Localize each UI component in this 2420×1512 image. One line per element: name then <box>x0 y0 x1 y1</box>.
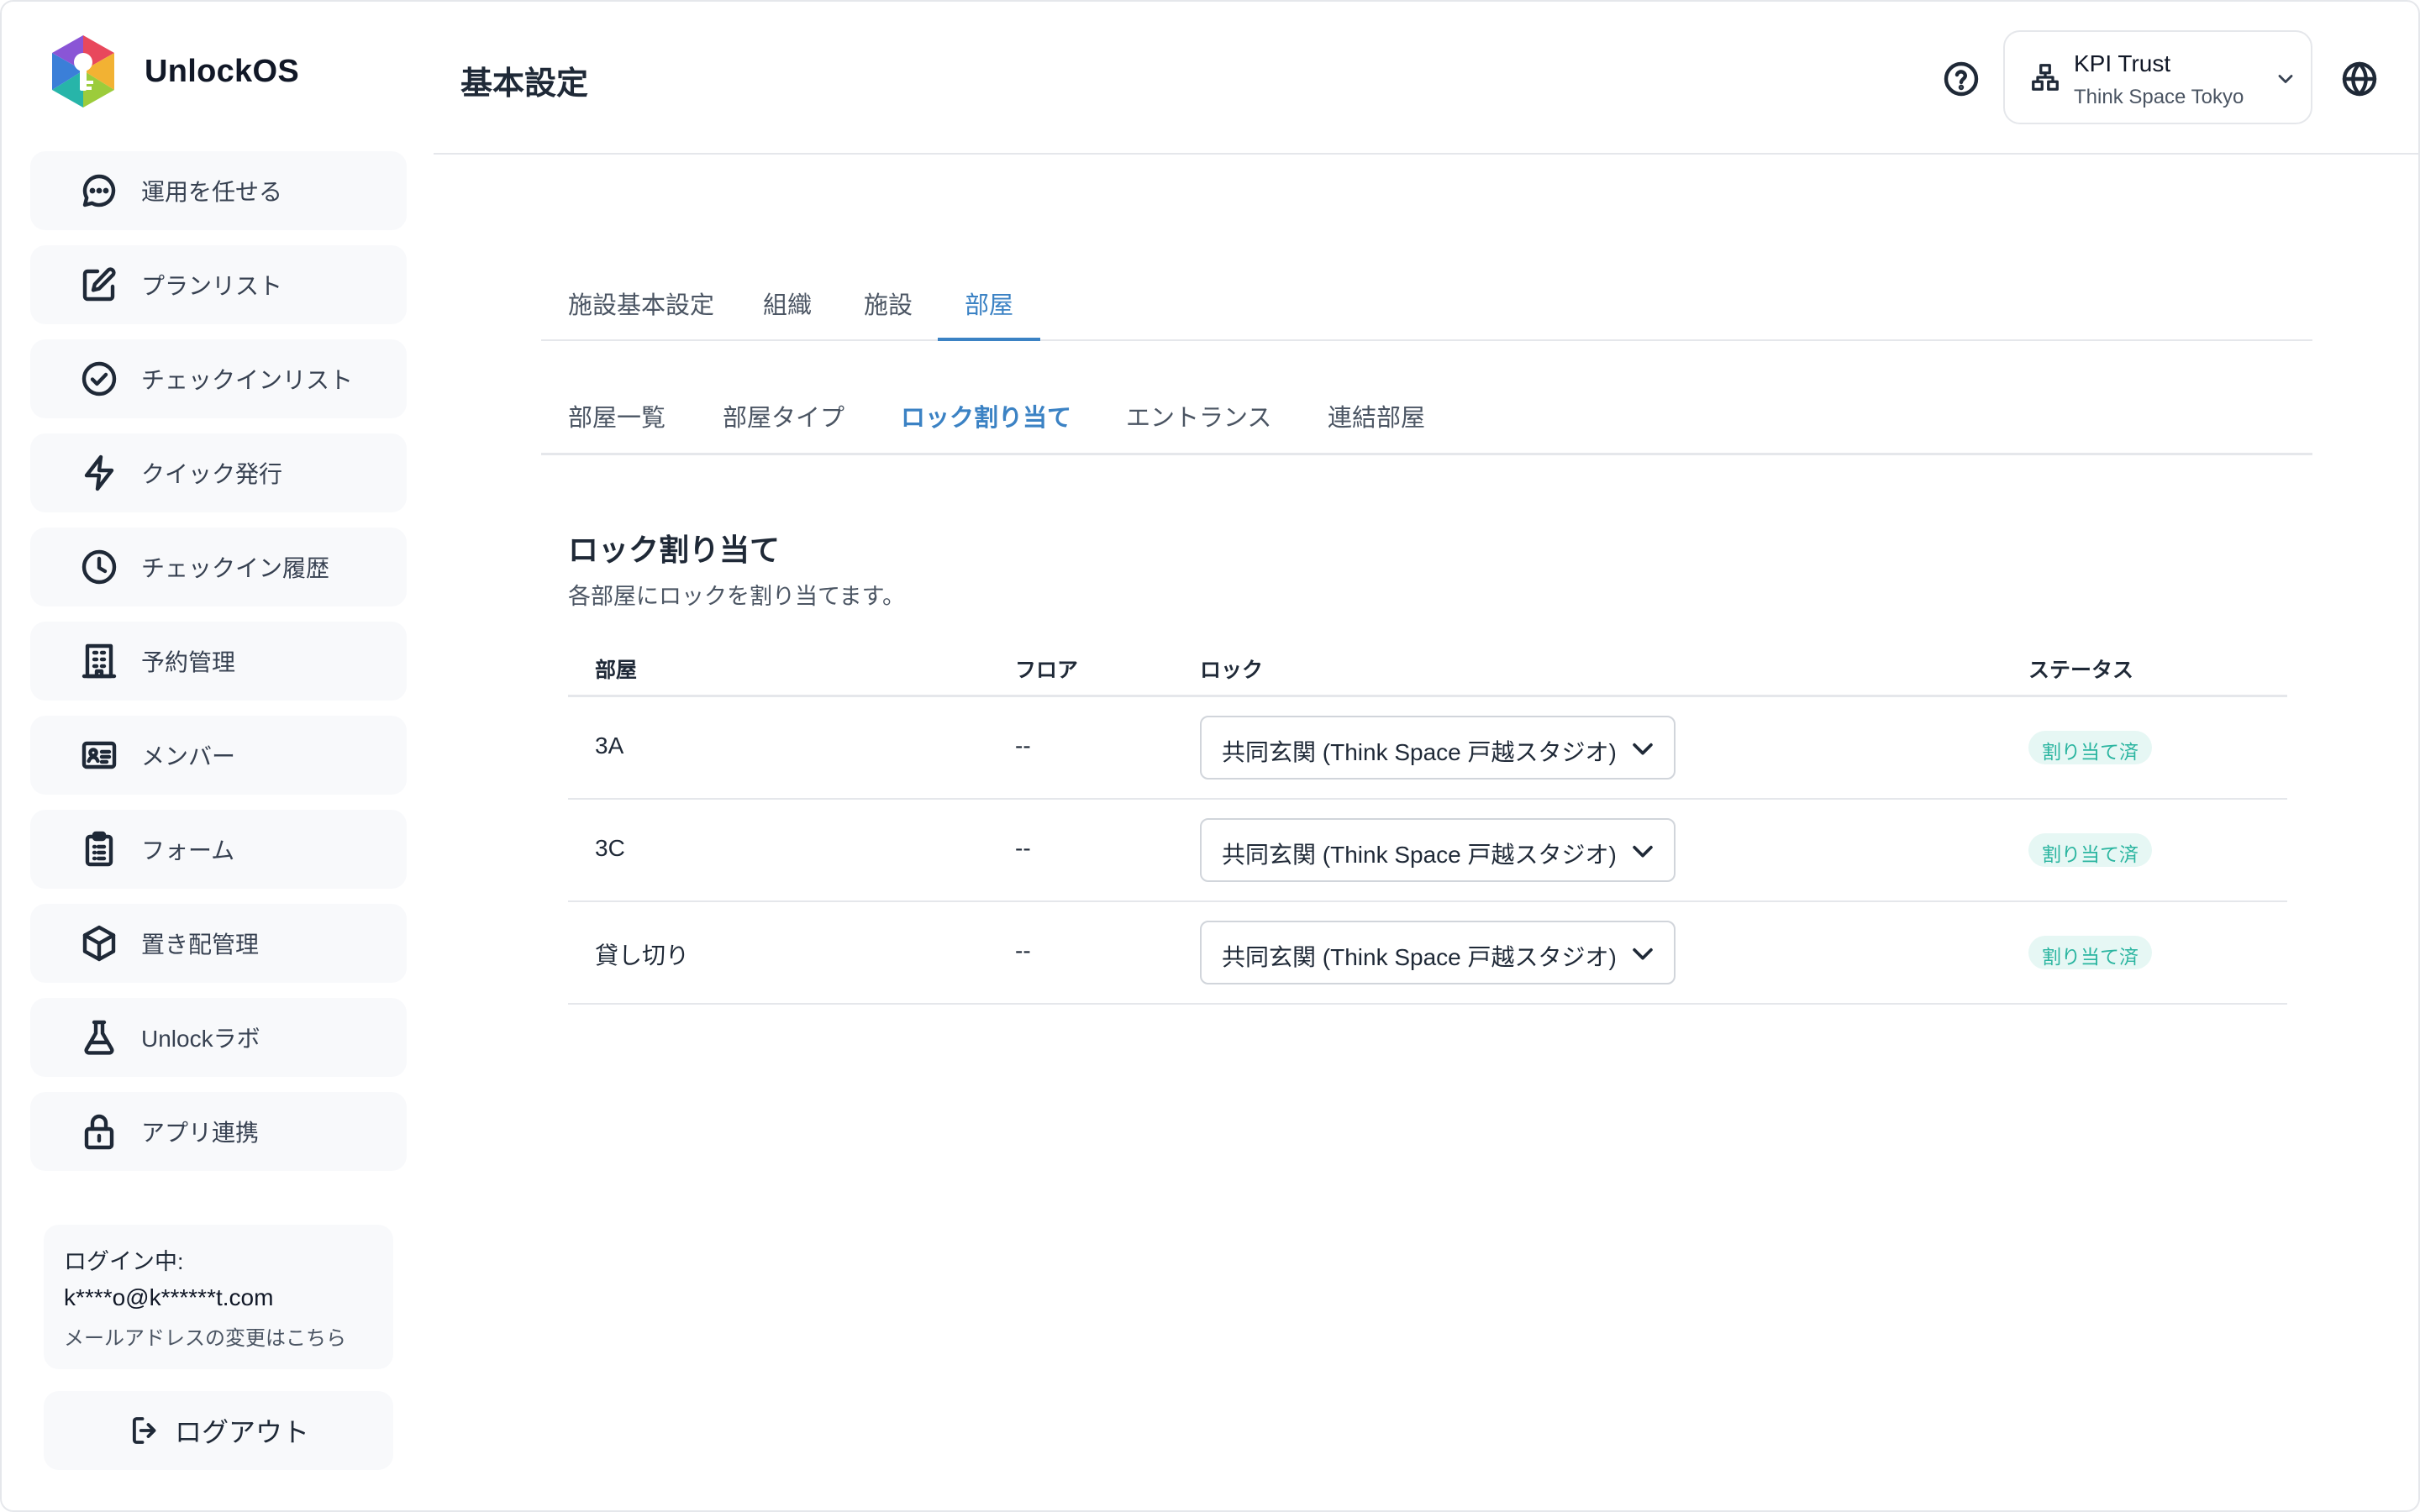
sidebar-item-quick-issue[interactable]: クイック発行 <box>30 433 407 512</box>
sidebar-item-label: 運用を任せる <box>141 179 283 205</box>
lock-select[interactable]: 共同玄関 (Think Space 戸越スタジオ) <box>1200 921 1676 984</box>
column-header-lock: ロック <box>1200 659 1264 682</box>
sidebar-item-label: アプリ連携 <box>141 1120 260 1146</box>
edit-square-icon <box>79 265 119 305</box>
lock-select[interactable]: 共同玄関 (Think Space 戸越スタジオ) <box>1200 716 1676 780</box>
lock-select-value: 共同玄関 (Think Space 戸越スタジオ) <box>1222 842 1617 868</box>
package-icon <box>79 923 119 963</box>
room-cell: 貸し切り <box>595 942 690 969</box>
facility-name: Think Space Tokyo <box>2074 86 2244 108</box>
sidebar-item-label: メンバー <box>141 743 236 769</box>
floor-cell: -- <box>1015 732 1031 759</box>
tab-room-list[interactable]: 部屋一覧 <box>568 398 666 433</box>
help-button[interactable] <box>1941 59 1981 99</box>
logout-button[interactable]: ログアウト <box>44 1391 393 1470</box>
column-header-status: ステータス <box>2028 659 2134 682</box>
lock-select-value: 共同玄関 (Think Space 戸越スタジオ) <box>1222 944 1617 970</box>
id-card-icon <box>79 735 119 775</box>
organization-name: KPI Trust <box>2074 50 2171 76</box>
sidebar-item-forms[interactable]: フォーム <box>30 810 407 889</box>
sidebar-item-unlock-lab[interactable]: Unlockラボ <box>30 998 407 1077</box>
table-row: 3C -- 共同玄関 (Think Space 戸越スタジオ) 割り当て済 <box>568 800 2287 902</box>
lock-select[interactable]: 共同玄関 (Think Space 戸越スタジオ) <box>1200 818 1676 882</box>
sidebar-item-reservations[interactable]: 予約管理 <box>30 622 407 701</box>
clipboard-icon <box>79 829 119 869</box>
tab-connected-rooms[interactable]: 連結部屋 <box>1328 398 1425 433</box>
sidebar-item-label: クイック発行 <box>141 461 283 487</box>
chat-bubble-icon <box>79 171 119 211</box>
tab-entrance[interactable]: エントランス <box>1126 398 1271 433</box>
primary-tabs: 施設基本設定 組織 施設 部屋 <box>541 272 2312 341</box>
chevron-down-icon <box>2274 67 2297 91</box>
sidebar-item-label: Unlockラボ <box>141 1026 260 1052</box>
change-email-link[interactable]: メールアドレスの変更はこちら <box>64 1321 373 1351</box>
sidebar-item-checkin-history[interactable]: チェックイン履歴 <box>30 528 407 606</box>
floor-cell: -- <box>1015 937 1031 963</box>
chevron-down-icon <box>1633 948 1653 960</box>
tab-facility[interactable]: 施設 <box>837 272 939 341</box>
chevron-down-icon <box>1633 743 1653 755</box>
logo[interactable]: UnlockOS <box>49 34 299 109</box>
secondary-tabs: 部屋一覧 部屋タイプ ロック割り当て エントランス 連結部屋 <box>541 385 2312 455</box>
sidebar: UnlockOS 運用を任せる プランリスト チェックインリスト クイック発行 … <box>2 2 434 1510</box>
column-header-room: 部屋 <box>595 659 638 682</box>
help-icon <box>1944 61 1979 97</box>
app-window: UnlockOS 運用を任せる プランリスト チェックインリスト クイック発行 … <box>0 0 2420 1512</box>
sidebar-item-label: 予約管理 <box>141 649 236 675</box>
status-badge: 割り当て済 <box>2028 731 2152 764</box>
language-button[interactable] <box>2339 59 2380 99</box>
sidebar-item-checkin-list[interactable]: チェックインリスト <box>30 339 407 418</box>
lock-select-value: 共同玄関 (Think Space 戸越スタジオ) <box>1222 739 1617 765</box>
lock-icon <box>79 1111 119 1152</box>
sidebar-item-label: フォーム <box>141 837 235 864</box>
sidebar-item-label: チェックインリスト <box>141 367 354 393</box>
sidebar-item-app-integration[interactable]: アプリ連携 <box>30 1092 407 1171</box>
sidebar-item-members[interactable]: メンバー <box>30 716 407 795</box>
lightning-icon <box>79 453 119 493</box>
tab-rooms[interactable]: 部屋 <box>938 272 1041 341</box>
sidebar-item-label: チェックイン履歴 <box>141 555 330 581</box>
room-cell: 3C <box>595 835 625 861</box>
status-badge: 割り当て済 <box>2028 833 2152 867</box>
logout-label: ログアウト <box>174 1417 309 1447</box>
column-header-floor: フロア <box>1015 659 1079 682</box>
sidebar-item-operation[interactable]: 運用を任せる <box>30 151 407 230</box>
status-badge: 割り当て済 <box>2028 936 2152 969</box>
lock-assignment-table: 部屋 フロア ロック ステータス 3A -- 共同玄関 (Think Space… <box>568 642 2287 1005</box>
building-icon <box>79 641 119 681</box>
sidebar-nav: 運用を任せる プランリスト チェックインリスト クイック発行 チェックイン履歴 … <box>30 151 407 1186</box>
page-title: 基本設定 <box>460 66 589 102</box>
flask-icon <box>79 1017 119 1058</box>
login-label: ログイン中: <box>64 1249 184 1274</box>
sidebar-item-label: 置き配管理 <box>141 932 260 958</box>
floor-cell: -- <box>1015 835 1031 861</box>
table-row: 3A -- 共同玄関 (Think Space 戸越スタジオ) 割り当て済 <box>568 697 2287 800</box>
login-email: k****o@k******t.com <box>64 1284 274 1310</box>
top-header: 基本設定 KPI Trust Think Space Tokyo <box>434 2 2418 155</box>
tab-lock-assignment[interactable]: ロック割り当て <box>901 398 1071 433</box>
table-header: 部屋 フロア ロック ステータス <box>568 642 2287 697</box>
sidebar-item-plan-list[interactable]: プランリスト <box>30 245 407 324</box>
logout-icon <box>132 1417 156 1444</box>
room-cell: 3A <box>595 732 624 759</box>
app-name: UnlockOS <box>145 53 299 89</box>
unlockos-logo-icon <box>52 35 114 108</box>
section-description: 各部屋にロックを割り当てます。 <box>568 584 905 609</box>
organization-icon <box>2030 62 2060 92</box>
section-title: ロック割り当て <box>568 533 781 567</box>
tab-organization[interactable]: 組織 <box>736 272 839 341</box>
organization-switcher[interactable]: KPI Trust Think Space Tokyo <box>2003 30 2312 124</box>
table-row: 貸し切り -- 共同玄関 (Think Space 戸越スタジオ) 割り当て済 <box>568 902 2287 1005</box>
tab-facility-basic[interactable]: 施設基本設定 <box>541 272 741 341</box>
login-info: ログイン中: k****o@k******t.com メールアドレスの変更はこち… <box>44 1225 393 1369</box>
sidebar-item-label: プランリスト <box>141 273 283 299</box>
globe-icon <box>2342 61 2377 97</box>
clock-icon <box>79 547 119 587</box>
tab-room-types[interactable]: 部屋タイプ <box>723 398 844 433</box>
check-circle-icon <box>79 359 119 399</box>
sidebar-item-delivery[interactable]: 置き配管理 <box>30 904 407 983</box>
chevron-down-icon <box>1633 845 1653 858</box>
